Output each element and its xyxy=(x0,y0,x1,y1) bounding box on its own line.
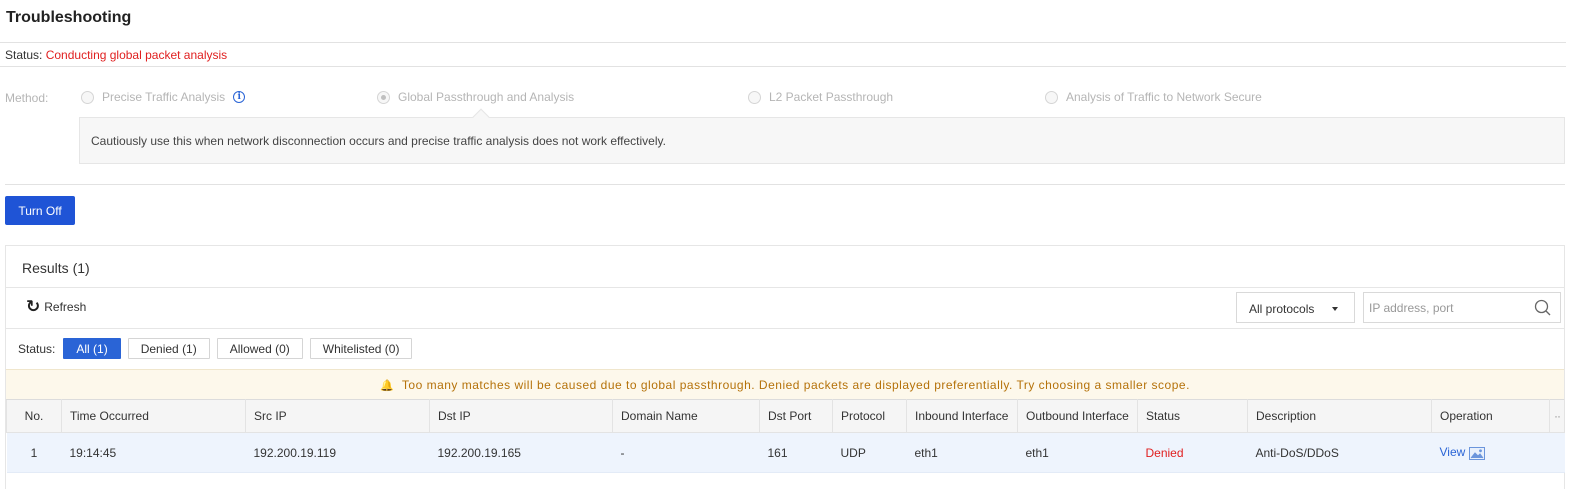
radio-button[interactable] xyxy=(1045,90,1058,104)
search-input[interactable] xyxy=(1364,293,1524,322)
method-label: Method: xyxy=(5,91,49,105)
method-option-global[interactable]: Global Passthrough and Analysis xyxy=(377,90,574,104)
filter-label: Status: xyxy=(18,341,56,356)
turn-off-button[interactable]: Turn Off xyxy=(5,196,75,225)
image-icon[interactable] xyxy=(1469,446,1486,460)
method-option-label: L2 Packet Passthrough xyxy=(769,90,894,104)
divider xyxy=(5,184,1565,185)
status-label: Status: xyxy=(5,48,43,62)
cell-time: 19:14:45 xyxy=(61,432,246,473)
protocol-select-value: All protocols xyxy=(1249,302,1315,316)
radio-button-selected[interactable] xyxy=(377,90,390,104)
search-box[interactable] xyxy=(1363,292,1561,323)
column-header: Domain Name xyxy=(612,399,760,433)
method-option-precise[interactable]: Precise Traffic Analysis i xyxy=(81,90,246,104)
cell-outbound: eth1 xyxy=(1017,432,1138,473)
cell-dst-ip: 192.200.19.165 xyxy=(429,432,613,473)
column-header: Time Occurred xyxy=(61,399,246,433)
info-icon[interactable]: i xyxy=(233,91,246,103)
divider xyxy=(6,328,1564,329)
table-row[interactable]: 1 19:14:45 192.200.19.119 192.200.19.165… xyxy=(6,432,1565,473)
divider xyxy=(0,66,1566,67)
column-header: Src IP xyxy=(245,399,430,433)
more-icon[interactable]: ·· xyxy=(1554,409,1561,423)
column-header: Protocol xyxy=(832,399,907,433)
warning-bar: 🔔 Too many matches will be caused due to… xyxy=(6,369,1564,399)
status-filter-row: Status: All (1) Denied (1) Allowed (0) W… xyxy=(18,338,419,359)
radio-button[interactable] xyxy=(81,90,94,104)
method-option-label: Precise Traffic Analysis xyxy=(102,90,226,104)
refresh-label: Refresh xyxy=(44,300,87,314)
table-header-row: No. Time Occurred Src IP Dst IP Domain N… xyxy=(6,399,1565,433)
method-hint-text: Cautiously use this when network disconn… xyxy=(91,134,666,148)
cell-src-ip: 192.200.19.119 xyxy=(245,432,430,473)
results-panel: Results (1) ↻ Refresh All protocols Stat… xyxy=(5,245,1565,489)
results-title: Results (1) xyxy=(22,260,90,276)
method-hint-box: Cautiously use this when network disconn… xyxy=(79,117,1565,164)
column-header: Outbound Interface xyxy=(1017,399,1138,433)
radio-button[interactable] xyxy=(748,90,761,104)
cell-status: Denied xyxy=(1137,432,1248,473)
column-header: Description xyxy=(1247,399,1432,433)
column-header: No. xyxy=(6,399,62,433)
page-title: Troubleshooting xyxy=(6,9,132,26)
method-row: Method: Precise Traffic Analysis i Globa… xyxy=(5,90,1565,106)
results-table: No. Time Occurred Src IP Dst IP Domain N… xyxy=(6,399,1565,473)
method-option-l2[interactable]: L2 Packet Passthrough xyxy=(748,90,893,104)
method-option-network-secure[interactable]: Analysis of Traffic to Network Secure xyxy=(1045,90,1262,104)
filter-all[interactable]: All (1) xyxy=(63,338,121,359)
warning-text: Too many matches will be caused due to g… xyxy=(401,378,1190,392)
cell-protocol: UDP xyxy=(832,432,907,473)
column-header: Dst Port xyxy=(759,399,833,433)
bell-icon: 🔔 xyxy=(380,380,395,392)
cell-no: 1 xyxy=(6,432,62,473)
cell-domain: - xyxy=(612,432,760,473)
divider xyxy=(6,287,1564,288)
status-denied: Denied xyxy=(1145,445,1184,460)
cell-inbound: eth1 xyxy=(906,432,1018,473)
filter-denied[interactable]: Denied (1) xyxy=(127,338,210,359)
status-value: Conducting global packet analysis xyxy=(45,48,228,62)
method-option-label: Global Passthrough and Analysis xyxy=(398,90,575,104)
column-header: Status xyxy=(1137,399,1248,433)
method-option-label: Analysis of Traffic to Network Secure xyxy=(1066,90,1262,104)
divider xyxy=(0,42,1566,43)
refresh-icon: ↻ xyxy=(26,297,41,317)
chevron-down-icon xyxy=(1332,307,1338,311)
status-line: Status: Conducting global packet analysi… xyxy=(5,48,227,62)
column-header: Operation xyxy=(1431,399,1550,433)
column-header: Dst IP xyxy=(429,399,613,433)
search-icon[interactable] xyxy=(1534,299,1551,316)
cell-description: Anti-DoS/DDoS xyxy=(1247,432,1432,473)
cell-operation: View xyxy=(1431,432,1550,473)
column-header: Inbound Interface xyxy=(906,399,1018,433)
cell-empty xyxy=(1549,432,1565,473)
cell-dst-port: 161 xyxy=(759,432,833,473)
view-link[interactable]: View xyxy=(1440,445,1466,459)
filter-allowed[interactable]: Allowed (0) xyxy=(216,338,303,359)
protocol-select[interactable]: All protocols xyxy=(1236,292,1355,323)
refresh-button[interactable]: ↻ Refresh xyxy=(26,297,87,317)
column-settings[interactable]: ·· xyxy=(1549,399,1565,433)
filter-whitelisted[interactable]: Whitelisted (0) xyxy=(309,338,413,359)
